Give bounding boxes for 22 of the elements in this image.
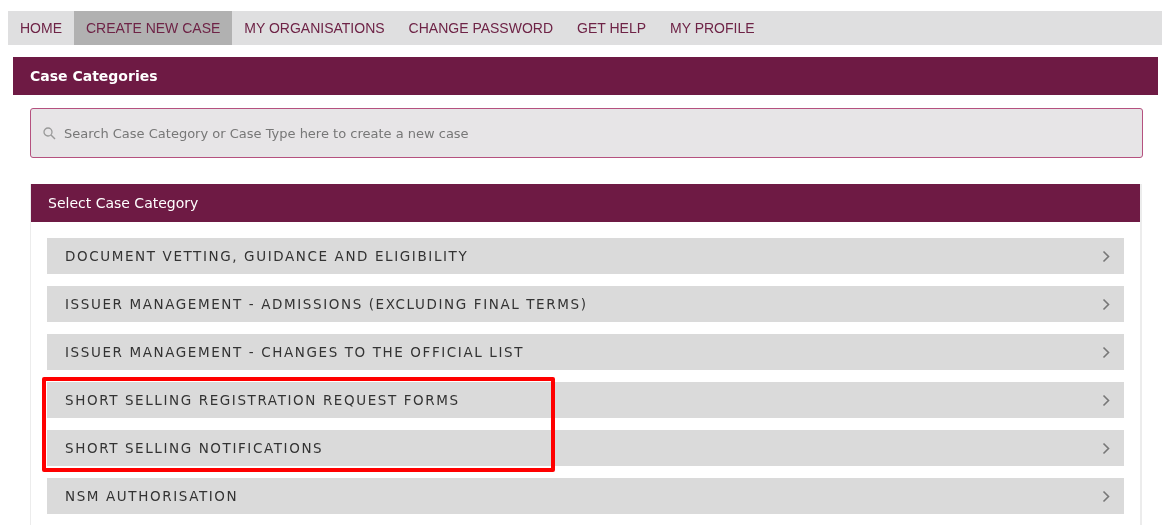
- chevron-right-icon: [1102, 441, 1110, 455]
- chevron-right-icon: [1102, 489, 1110, 503]
- nav-tab[interactable]: GET HELP: [565, 11, 659, 45]
- section-header: Case Categories: [13, 57, 1158, 95]
- search-field[interactable]: Search Case Category or Case Type here to create a new case: [30, 108, 1143, 158]
- category-item[interactable]: ISSUER MANAGEMENT - CHANGES TO THE OFFICIAL LIST: [47, 334, 1124, 370]
- chevron-right-icon: [1102, 345, 1110, 359]
- nav-tab[interactable]: MY PROFILE: [658, 11, 767, 45]
- category-item[interactable]: SHORT SELLING NOTIFICATIONS: [47, 430, 1124, 466]
- chevron-right-icon: [1102, 249, 1110, 263]
- nav-tab[interactable]: CHANGE PASSWORD: [396, 11, 566, 45]
- category-item[interactable]: ISSUER MANAGEMENT - ADMISSIONS (EXCLUDING FINAL TERMS): [47, 286, 1124, 322]
- panel-header: Select Case Category: [31, 184, 1140, 222]
- nav-tab[interactable]: MY ORGANISATIONS: [232, 11, 397, 45]
- category-item[interactable]: NSM AUTHORISATION: [47, 478, 1124, 514]
- search-icon: [43, 127, 56, 140]
- nav-tab[interactable]: HOME: [8, 11, 74, 45]
- category-item[interactable]: SHORT SELLING REGISTRATION REQUEST FORMS: [47, 382, 1124, 418]
- nav-tab[interactable]: CREATE NEW CASE: [74, 11, 233, 45]
- chevron-right-icon: [1102, 297, 1110, 311]
- chevron-right-icon: [1102, 393, 1110, 407]
- category-item[interactable]: DOCUMENT VETTING, GUIDANCE AND ELIGIBILITY: [47, 238, 1124, 274]
